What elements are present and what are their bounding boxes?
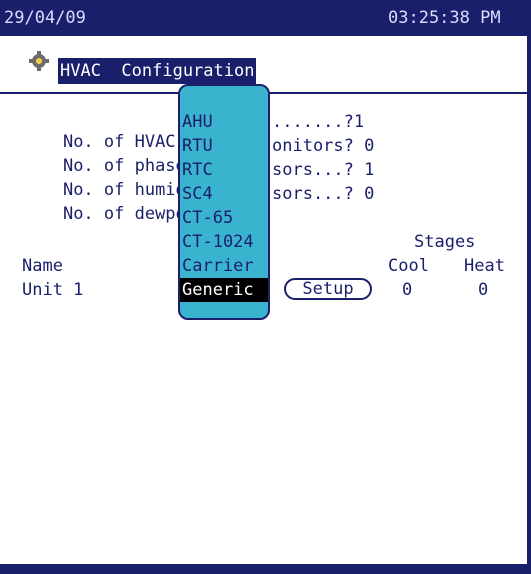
dropdown-option-carrier[interactable]: Carrier: [180, 254, 268, 278]
dropdown-option-rtu[interactable]: RTU: [180, 134, 268, 158]
hvac-count-value[interactable]: .......?1: [272, 112, 364, 132]
dropdown-option-generic[interactable]: Generic: [180, 278, 268, 302]
status-bar: 29/04/09 03:25:38 PM: [0, 0, 531, 36]
bottom-bar: [0, 564, 531, 574]
dropdown-option-sc4[interactable]: SC4: [180, 182, 268, 206]
status-time: 03:25:38 PM: [388, 8, 501, 28]
row-label: No. of dewpo: [62, 204, 186, 224]
humidity-sensor-value[interactable]: sors...? 1: [272, 160, 374, 180]
dropdown-option-ahu[interactable]: AHU: [180, 110, 268, 134]
gear-icon: [28, 50, 50, 72]
stages-header: Stages: [414, 232, 476, 252]
dropdown-option-ct-65[interactable]: CT-65: [180, 206, 268, 230]
cool-stages-value[interactable]: 0: [402, 280, 412, 300]
page-title: HVAC Configuration: [58, 58, 257, 84]
dewpoint-sensor-row: No. of dewpo: [22, 184, 186, 244]
phase-monitor-value[interactable]: onitors? 0: [272, 136, 374, 156]
right-edge-strip: [527, 36, 531, 572]
unit-name: Unit 1: [22, 280, 84, 300]
hvac-type-dropdown[interactable]: AHU RTU RTC SC4 CT-65 CT-1024 Carrier Ge…: [178, 84, 270, 320]
hvac-config-screen: 29/04/09 03:25:38 PM HVAC Configuration …: [0, 0, 531, 574]
heat-stages-value[interactable]: 0: [478, 280, 488, 300]
heat-header: Heat: [464, 256, 505, 276]
dropdown-option-rtc[interactable]: RTC: [180, 158, 268, 182]
dropdown-option-ct-1024[interactable]: CT-1024: [180, 230, 268, 254]
cool-header: Cool: [388, 256, 429, 276]
status-date: 29/04/09: [4, 8, 86, 28]
setup-button[interactable]: Setup: [284, 278, 372, 300]
name-header: Name: [22, 256, 63, 276]
dewpoint-sensor-value[interactable]: sors...? 0: [272, 184, 374, 204]
